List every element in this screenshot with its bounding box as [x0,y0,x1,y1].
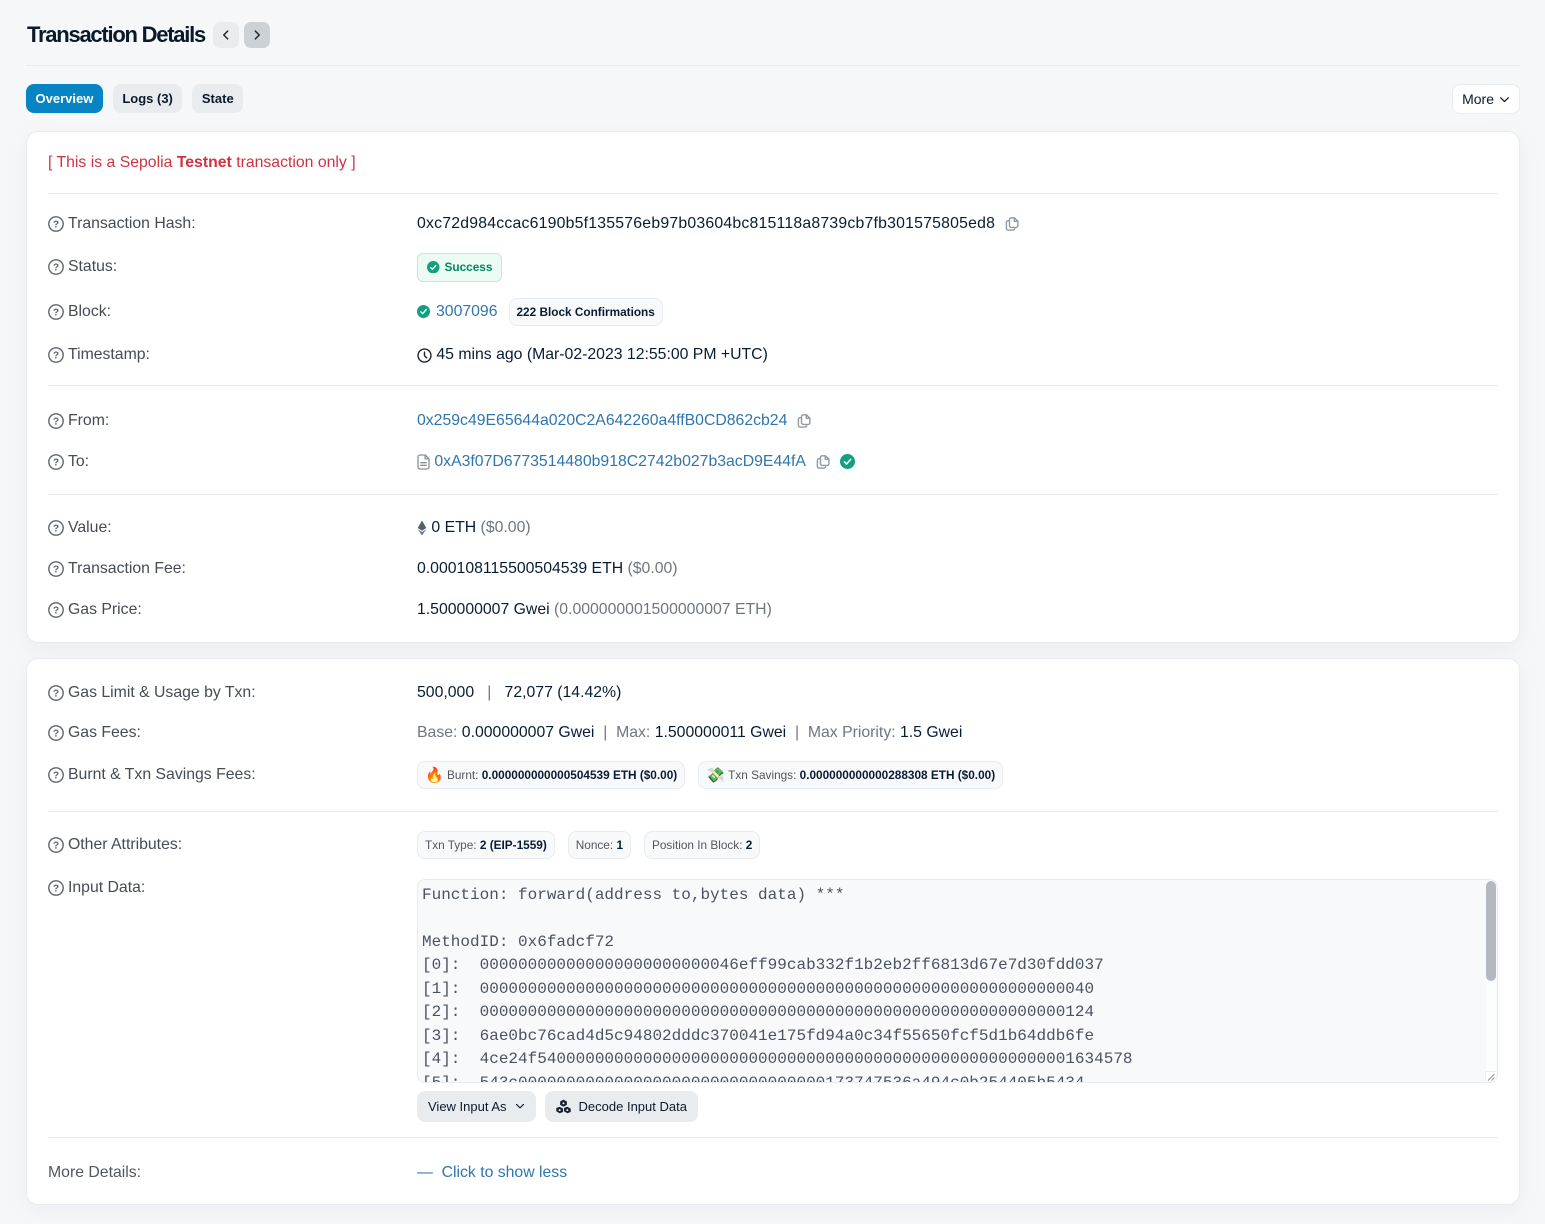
svg-text:?: ? [53,416,59,427]
svg-text:?: ? [53,840,59,851]
svg-text:?: ? [53,565,59,576]
svg-text:?: ? [53,729,59,740]
svg-text:?: ? [53,457,59,468]
svg-text:?: ? [53,351,59,362]
svg-text:?: ? [53,688,59,699]
svg-text:?: ? [53,307,59,318]
svg-text:?: ? [53,770,59,781]
svg-text:?: ? [53,524,59,535]
svg-text:?: ? [53,883,59,894]
svg-text:?: ? [53,263,59,274]
svg-text:?: ? [53,606,59,617]
svg-text:?: ? [53,220,59,231]
